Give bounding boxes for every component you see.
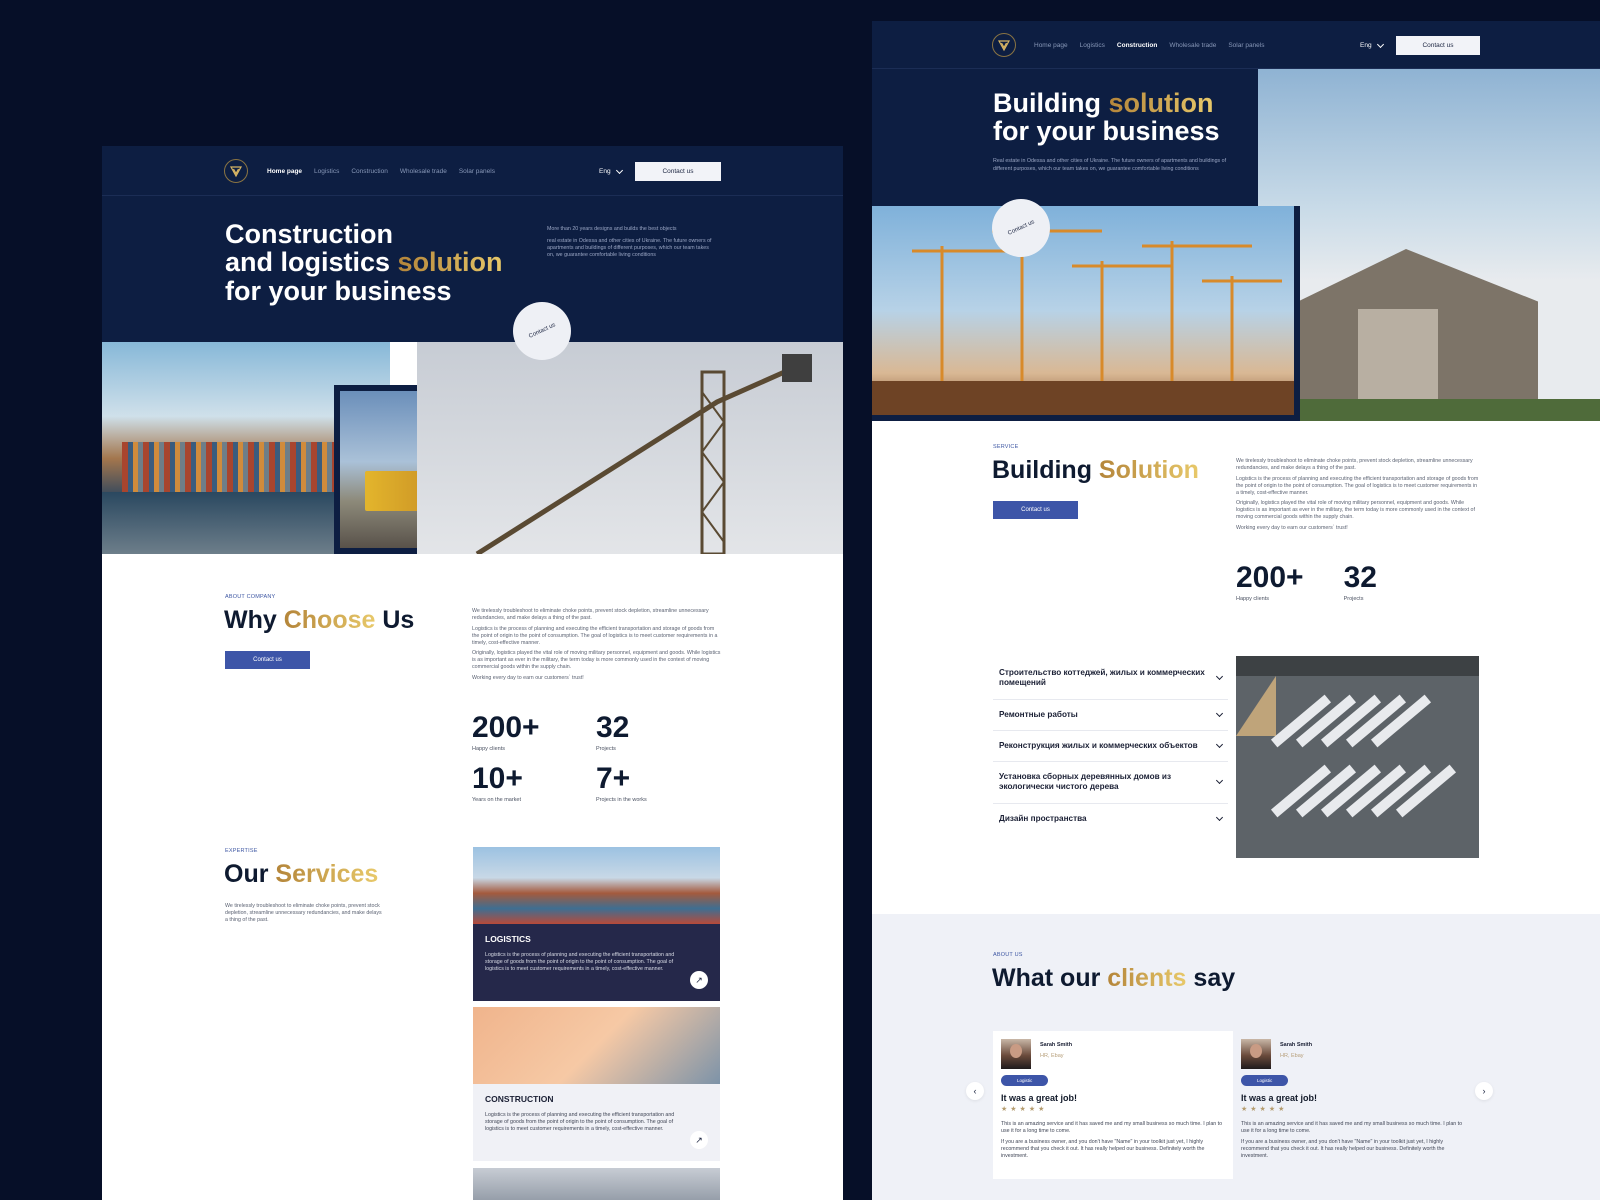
language-label: Eng — [1360, 42, 1372, 49]
logistics-image — [473, 847, 720, 924]
logo-icon[interactable] — [224, 159, 248, 183]
service-paragraphs: We tirelessly troubleshoot to eliminate … — [1236, 458, 1479, 531]
review-title: It was a great job! — [1001, 1093, 1078, 1103]
language-selector[interactable]: Eng — [1360, 40, 1384, 49]
accordion-item[interactable]: Ремонтные работы — [993, 700, 1228, 731]
about-us-eyebrow: ABOUT US — [993, 952, 1023, 958]
accordion-item[interactable]: Установка сборных деревянных домов из эк… — [993, 762, 1228, 804]
arrow-up-right-icon[interactable]: ↗ — [690, 1131, 708, 1149]
hero-title: Building solution for your business — [993, 88, 1220, 147]
stat-projects: 32 Projects — [596, 711, 630, 753]
nav-home-page[interactable]: Home page — [267, 168, 302, 175]
contact-us-nav-button[interactable]: Contact us — [635, 162, 721, 181]
navbar: Home page Logistics Construction Wholesa… — [872, 21, 1600, 69]
homepage-mockup: Home page Logistics Construction Wholesa… — [102, 146, 843, 1200]
nav-wholesale-trade[interactable]: Wholesale trade — [400, 168, 447, 175]
chevron-down-icon — [615, 166, 623, 174]
chevron-down-icon — [1376, 40, 1384, 48]
hero-section: Construction and logistics solution for … — [102, 196, 843, 342]
navbar: Home page Logistics Construction Wholesa… — [102, 146, 843, 196]
nav-logistics[interactable]: Logistics — [314, 168, 339, 175]
hero-desc: Real estate in Odessa and other cities o… — [993, 158, 1227, 173]
service-eyebrow: SERVICE — [993, 444, 1019, 450]
contact-us-nav-button[interactable]: Contact us — [1396, 36, 1480, 55]
star-rating: ★★★★★ — [1001, 1106, 1048, 1113]
why-choose-us-heading: Why Choose Us — [224, 606, 415, 634]
chevron-left-icon[interactable]: ‹ — [966, 1082, 984, 1100]
nav-links: Home page Logistics Construction Wholesa… — [267, 168, 495, 175]
stat-projects: 32 Projects — [1343, 561, 1377, 603]
review-title: It was a great job! — [1241, 1093, 1318, 1103]
service-contact-button[interactable]: Contact us — [993, 501, 1078, 519]
service-card-third-image — [473, 1168, 720, 1200]
avatar — [1001, 1039, 1031, 1069]
services-accordion: Строительство коттеджей, жилых и коммерч… — [993, 658, 1228, 834]
what-our-clients-say-heading: What our clients say — [992, 964, 1236, 992]
construction-image — [473, 1007, 720, 1084]
cranes-image — [872, 206, 1294, 415]
nav-construction[interactable]: Construction — [351, 168, 388, 175]
review-card: Sarah Smith HR, Ebay Logistic It was a gr… — [1233, 1031, 1473, 1179]
stats-row: 200+ Happy clients 32 Projects — [1236, 561, 1377, 603]
about-paragraphs: We tirelessly troubleshoot to eliminate … — [472, 608, 721, 681]
chevron-down-icon — [1215, 673, 1224, 681]
our-services-heading: Our Services — [224, 860, 379, 888]
stat-years: 10+ Years on the market — [472, 762, 523, 804]
stat-happy-clients: 200+ Happy clients — [472, 711, 540, 753]
logo-icon[interactable] — [992, 33, 1016, 57]
hero-section: Building solution for your business Real… — [872, 69, 1258, 211]
chevron-right-icon[interactable]: › — [1475, 1082, 1493, 1100]
expertise-eyebrow: EXPERTISE — [225, 848, 258, 854]
hero-intro: More than 20 years designs and builds th… — [547, 226, 712, 258]
nav-home-page[interactable]: Home page — [1034, 42, 1068, 49]
building-solution-heading: Building Solution — [992, 456, 1199, 484]
star-rating: ★★★★★ — [1241, 1106, 1288, 1113]
arrow-up-right-icon[interactable]: ↗ — [690, 971, 708, 989]
avatar — [1241, 1039, 1271, 1069]
cranes-image-frame — [872, 206, 1300, 421]
chevron-down-icon — [1215, 740, 1224, 748]
contact-us-circle-button[interactable]: Contact us — [992, 199, 1050, 257]
language-label: Eng — [599, 168, 611, 175]
nav-solar-panels[interactable]: Solar panels — [459, 168, 495, 175]
nav-solar-panels[interactable]: Solar panels — [1228, 42, 1264, 49]
crane-image — [417, 342, 843, 554]
aerial-trucks-image — [1236, 656, 1479, 858]
language-selector[interactable]: Eng — [599, 166, 623, 175]
accordion-item[interactable]: Дизайн пространства — [993, 804, 1228, 834]
nav-logistics[interactable]: Logistics — [1080, 42, 1105, 49]
chevron-down-icon — [1215, 813, 1224, 821]
house-image — [1258, 69, 1600, 421]
nav-links: Home page Logistics Construction Wholesa… — [1034, 42, 1264, 49]
service-card-construction[interactable]: CONSTRUCTION Logistics is the process of… — [473, 1007, 720, 1161]
category-tag: Logistic — [1001, 1075, 1049, 1086]
about-contact-button[interactable]: Contact us — [225, 651, 310, 669]
hero-title: Construction and logistics solution for … — [225, 219, 503, 306]
nav-wholesale-trade[interactable]: Wholesale trade — [1169, 42, 1216, 49]
services-desc: We tirelessly troubleshoot to eliminate … — [225, 903, 382, 923]
accordion-item[interactable]: Реконструкция жилых и коммерческих объек… — [993, 731, 1228, 762]
stat-projects-in-works: 7+ Projects in the works — [596, 762, 647, 804]
chevron-down-icon — [1215, 709, 1224, 717]
contact-us-circle-button[interactable]: Contact us — [513, 302, 571, 360]
category-tag: Logistic — [1241, 1075, 1289, 1086]
about-eyebrow: ABOUT COMPANY — [225, 594, 276, 600]
chevron-down-icon — [1215, 777, 1224, 785]
nav-construction[interactable]: Construction — [1117, 42, 1157, 49]
service-card-logistics[interactable]: LOGISTICS Logistics is the process of pl… — [473, 847, 720, 1001]
stats-grid: 200+ Happy clients 32 Projects 10+ Years on… — [472, 711, 720, 804]
accordion-item[interactable]: Строительство коттеджей, жилых и коммерч… — [993, 658, 1228, 700]
construction-page-mockup: Home page Logistics Construction Wholesa… — [872, 21, 1600, 1200]
review-card: Sarah Smith HR, Ebay Logistic It was a gr… — [993, 1031, 1233, 1179]
stat-happy-clients: 200+ Happy clients — [1236, 561, 1304, 603]
